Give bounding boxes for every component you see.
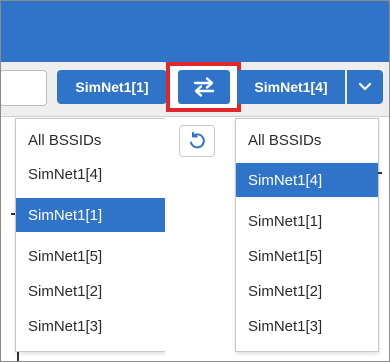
list-item[interactable]: SimNet1[5] xyxy=(236,239,378,273)
left-bssid-list: All BSSIDs SimNet1[4] SimNet1[1] SimNet1… xyxy=(15,118,167,352)
list-item[interactable]: SimNet1[5] xyxy=(16,239,166,273)
reset-icon xyxy=(190,131,205,149)
list-item-selected[interactable]: SimNet1[4] xyxy=(236,163,378,197)
left-bssid-selector[interactable]: SimNet1[1] xyxy=(57,70,167,104)
list-item[interactable]: SimNet1[1] xyxy=(236,204,378,238)
list-item[interactable]: SimNet1[3] xyxy=(16,309,166,343)
list-item[interactable]: SimNet1[2] xyxy=(236,274,378,308)
list-item[interactable]: SimNet1[4] xyxy=(16,157,166,191)
list-item[interactable]: All BSSIDs xyxy=(16,123,166,157)
chevron-down-icon xyxy=(358,82,372,91)
swap-arrows-icon xyxy=(193,77,214,97)
swap-button[interactable] xyxy=(177,70,230,104)
guide-line xyxy=(378,172,382,174)
header-bar xyxy=(1,1,389,62)
list-item[interactable]: All BSSIDs xyxy=(236,123,378,157)
list-item[interactable]: SimNet1[2] xyxy=(16,274,166,308)
swap-highlight xyxy=(166,62,241,112)
reset-button[interactable] xyxy=(179,125,215,157)
list-item[interactable]: SimNet1[3] xyxy=(236,309,378,343)
dropdown-button[interactable] xyxy=(347,70,383,104)
left-bssid-selector-label: SimNet1[1] xyxy=(75,79,149,95)
right-bssid-selector-label: SimNet1[4] xyxy=(254,79,328,95)
app-frame: SimNet1[1] SimNet1[4] All BSSIDs SimNet1… xyxy=(0,0,390,362)
filter-input[interactable] xyxy=(1,70,47,106)
toolbar: SimNet1[1] SimNet1[4] xyxy=(1,62,389,117)
right-bssid-selector[interactable]: SimNet1[4] xyxy=(237,70,345,104)
list-item-selected[interactable]: SimNet1[1] xyxy=(16,198,166,232)
right-bssid-list: All BSSIDs SimNet1[4] SimNet1[1] SimNet1… xyxy=(235,118,379,352)
